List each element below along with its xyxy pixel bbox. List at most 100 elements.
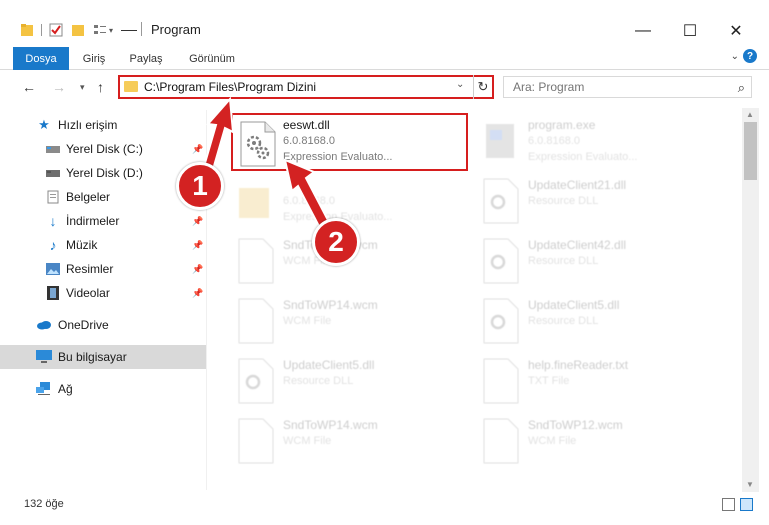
file-version: 6.0.8168.0 (283, 195, 335, 207)
file-name: help.fineReader.txt (528, 358, 629, 372)
file-item[interactable]: 6.0.8168.0 Expression Evaluato... (231, 172, 471, 230)
sidebar-item-videos[interactable]: Videolar 📌 (0, 281, 206, 305)
large-icons-view-icon[interactable] (740, 498, 753, 511)
minimize-button[interactable]: — (620, 18, 666, 44)
sidebar-item-local-disk-d[interactable]: Yerel Disk (D:) (0, 161, 206, 185)
file-name: SndToWP14.wcm (283, 298, 378, 312)
dll-file-icon (238, 358, 274, 404)
file-description: Expression Evaluato... (283, 151, 393, 163)
tab-file[interactable]: Dosya (13, 47, 69, 70)
sidebar-item-downloads[interactable]: ↓ İndirmeler 📌 (0, 209, 206, 233)
sidebar-item-local-disk-c[interactable]: Yerel Disk (C:) 📌 (0, 137, 206, 161)
file-name: UpdateClient21.dll (528, 178, 627, 192)
close-button[interactable]: ✕ (713, 18, 759, 44)
pin-icon[interactable]: 📌 (192, 216, 203, 227)
scroll-up-icon[interactable]: ▲ (746, 110, 754, 119)
file-item[interactable]: program.exe 6.0.8168.0 Expression Evalua… (476, 112, 716, 170)
pin-icon[interactable]: 📌 (192, 240, 203, 251)
file-item[interactable]: SndToWP14.wcm WCM File (231, 292, 471, 350)
address-bar[interactable]: C:\Program Files\Program Dizini ⌄ ↻ (118, 75, 494, 99)
tab-share[interactable]: Paylaş (126, 47, 166, 70)
sidebar-item-this-pc[interactable]: Bu bilgisayar (0, 345, 206, 369)
file-description: Expression Evaluato... (528, 151, 638, 163)
sidebar-item-label: Hızlı erişim (58, 118, 118, 132)
sidebar-item-music[interactable]: ♪ Müzik 📌 (0, 233, 206, 257)
dll-file-icon (240, 121, 276, 167)
file-list: eeswt.dll 6.0.8168.0 Expression Evaluato… (214, 106, 741, 492)
scroll-down-icon[interactable]: ▼ (746, 480, 754, 489)
search-icon[interactable]: ⌕ (738, 80, 745, 96)
file-name: program.exe (528, 118, 596, 132)
file-item[interactable]: SndToWP14.wcm WCM File (231, 412, 471, 470)
file-icon (238, 298, 274, 344)
search-input[interactable] (504, 77, 724, 97)
file-name: UpdateClient5.dll (283, 358, 375, 372)
drive-icon (45, 142, 61, 156)
download-icon: ↓ (49, 213, 57, 229)
sidebar-item-documents[interactable]: Belgeler (0, 185, 206, 209)
sidebar-item-pictures[interactable]: Resimler 📌 (0, 257, 206, 281)
file-item[interactable]: UpdateClient42.dll Resource DLL (476, 232, 716, 290)
new-folder-icon[interactable] (71, 23, 85, 37)
sidebar-item-label: Yerel Disk (D:) (66, 166, 143, 180)
file-type: WCM File (528, 435, 577, 447)
customize-toolbar-icon[interactable] (121, 29, 138, 31)
text-file-icon (483, 358, 519, 404)
file-icon (238, 238, 274, 284)
refresh-icon[interactable]: ↻ (473, 75, 492, 99)
file-item-eeswt-dll[interactable]: eeswt.dll 6.0.8168.0 Expression Evaluato… (231, 113, 468, 171)
pin-icon[interactable]: 📌 (192, 288, 203, 299)
file-version: 6.0.8168.0 (283, 135, 335, 147)
vertical-scrollbar[interactable]: ▲ ▼ (742, 108, 759, 492)
file-name: SndToWP12.wcm (528, 418, 623, 432)
customize-toolbar-chevron-icon[interactable]: ▾ (109, 26, 113, 35)
pin-icon[interactable]: 📌 (192, 264, 203, 275)
sidebar-item-network[interactable]: Ağ (0, 377, 206, 401)
file-item[interactable]: UpdateClient21.dll Resource DLL (476, 172, 716, 230)
tab-home[interactable]: Giriş (78, 47, 110, 70)
pin-icon[interactable]: 📌 (192, 144, 203, 155)
details-view-icon[interactable] (722, 498, 735, 511)
sidebar-item-label: Resimler (66, 262, 114, 276)
file-type: WCM File (283, 435, 332, 447)
help-icon[interactable]: ? (743, 49, 757, 63)
step-2-callout: 2 (312, 218, 360, 266)
quick-access-toolbar: ▾ (20, 20, 138, 40)
file-name: UpdateClient42.dll (528, 238, 627, 252)
file-version: 6.0.8168.0 (528, 135, 580, 147)
sidebar-item-quick-access[interactable]: ★ Hızlı erişim (0, 113, 206, 137)
cloud-icon (36, 318, 52, 332)
file-item[interactable]: UpdateClient5.dll Resource DLL (476, 292, 716, 350)
recent-locations-chevron-icon[interactable]: ▾ (80, 82, 85, 93)
search-box[interactable]: ⌕ (503, 76, 752, 98)
dll-file-icon (483, 238, 519, 284)
navigation-pane: ★ Hızlı erişim Yerel Disk (C:) 📌 Yerel D… (0, 110, 206, 490)
address-history-chevron-icon[interactable]: ⌄ (456, 79, 464, 90)
file-type: WCM File (283, 315, 332, 327)
drive-icon (45, 166, 61, 180)
up-arrow-icon[interactable]: ↑ (97, 79, 104, 95)
file-type: Resource DLL (528, 195, 599, 207)
file-item[interactable]: SndToWP12.wcm WCM File (476, 412, 716, 470)
toolbar-separator (41, 24, 42, 36)
view-options-icon[interactable] (93, 23, 107, 37)
folder-file-icon (239, 188, 269, 218)
forward-arrow-icon[interactable]: → (52, 79, 66, 95)
sidebar-item-onedrive[interactable]: OneDrive (0, 313, 206, 337)
file-item[interactable]: UpdateClient5.dll Resource DLL (231, 352, 471, 410)
documents-icon (45, 190, 61, 204)
tab-view[interactable]: Görünüm (186, 47, 238, 70)
title-separator (141, 22, 142, 36)
expand-ribbon-chevron-icon[interactable]: ⌄ (731, 51, 739, 62)
dll-file-icon (483, 178, 519, 224)
address-path[interactable]: C:\Program Files\Program Dizini (144, 80, 316, 94)
file-name: eeswt.dll (283, 118, 330, 132)
maximize-button[interactable]: ☐ (667, 18, 713, 44)
back-arrow-icon[interactable]: ← (22, 79, 36, 95)
scroll-thumb[interactable] (744, 122, 757, 180)
properties-icon[interactable] (49, 23, 63, 37)
file-item[interactable]: help.fineReader.txt TXT File (476, 352, 716, 410)
folder-icon[interactable] (20, 23, 34, 37)
file-type: Resource DLL (528, 255, 599, 267)
file-type: TXT File (528, 375, 570, 387)
